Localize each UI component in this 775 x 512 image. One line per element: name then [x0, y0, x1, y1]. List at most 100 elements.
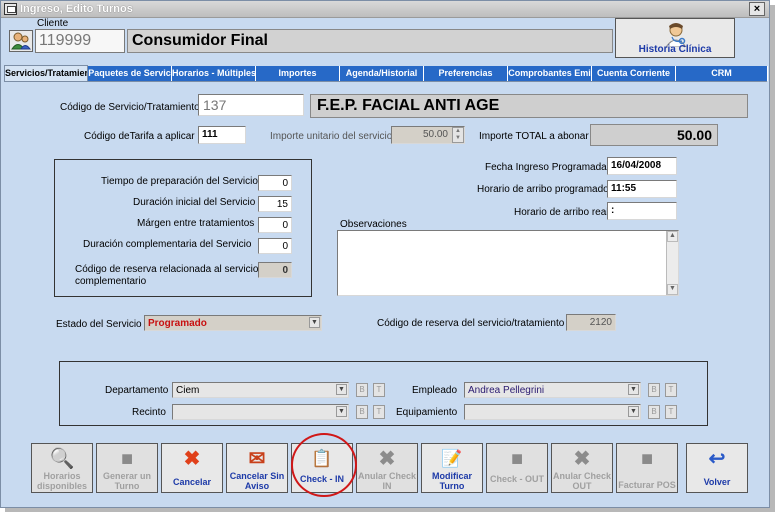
reserva-rel-field: 0 [258, 262, 292, 278]
highlight-annotation [291, 433, 357, 497]
close-button[interactable]: × [749, 2, 765, 16]
tab-preferencias[interactable]: Preferencias [424, 66, 508, 81]
square-icon: ■ [120, 448, 134, 470]
fecha-field[interactable]: 16/04/2008 [607, 157, 677, 175]
tab-horarios[interactable]: Horarios - Múltiples [172, 66, 256, 81]
horario-prog-label: Horario de arribo programado [477, 184, 609, 195]
horario-real-field[interactable]: : [607, 202, 677, 220]
empleado-label: Empleado [412, 385, 458, 396]
empleado-b-button[interactable]: B [648, 383, 660, 397]
generar-turno-button[interactable]: ■ Generar un Turno [96, 443, 158, 493]
cancelar-button[interactable]: ✖ Cancelar [161, 443, 223, 493]
button-label: Check - OUT [489, 474, 544, 484]
scroll-down-icon[interactable]: ▼ [667, 284, 678, 295]
square-icon: ■ [640, 448, 654, 470]
importe-total-label: Importe TOTAL a abonar [479, 131, 589, 142]
equipamiento-label: Equipamiento [396, 407, 458, 418]
tab-importes[interactable]: Importes [256, 66, 340, 81]
spinner-icon[interactable]: ▲ ▼ [452, 127, 464, 143]
chevron-down-icon[interactable]: ▼ [628, 384, 639, 395]
tab-crm[interactable]: CRM [676, 66, 768, 81]
horario-prog-field[interactable]: 11:55 [607, 180, 677, 198]
departamento-t-button[interactable]: T [373, 383, 385, 397]
codigo-servicio-field[interactable]: 137 [198, 94, 304, 116]
client-search-icon[interactable] [9, 30, 33, 52]
empleado-t-button[interactable]: T [665, 383, 677, 397]
importe-total-field: 50.00 [590, 124, 718, 146]
recinto-t-button[interactable]: T [373, 405, 385, 419]
main-window: Ingreso, Edito Turnos × Cliente 119999 C… [0, 0, 770, 508]
back-arrow-icon: ↩ [708, 448, 726, 470]
reserva-rel-label: Código de reserva relacionada al servici… [75, 264, 259, 275]
button-label: Anular Check IN [357, 471, 417, 491]
margen-field[interactable]: 0 [258, 217, 292, 233]
check-out-button[interactable]: ■ Check - OUT [486, 443, 548, 493]
bottom-toolbar: 🔍 Horarios disponibles ■ Generar un Turn… [31, 443, 749, 495]
tab-comprobantes[interactable]: Comprobantes Emi [508, 66, 592, 81]
button-label: Facturar POS [618, 480, 676, 490]
facturar-pos-button[interactable]: ■ Facturar POS [616, 443, 678, 493]
tiempos-groupbox: Tiempo de preparación del Servicio 0 Dur… [54, 159, 312, 297]
tab-servicios[interactable]: Servicios/Tratamier [4, 65, 88, 81]
x-envelope-icon: ✉ [248, 448, 266, 470]
equipamiento-b-button[interactable]: B [648, 405, 660, 419]
observaciones-textarea[interactable] [337, 230, 679, 296]
departamento-b-button[interactable]: B [356, 383, 368, 397]
observaciones-scrollbar[interactable]: ▲ ▼ [666, 231, 678, 295]
departamento-label: Departamento [105, 385, 169, 396]
fecha-label: Fecha Ingreso Programada [485, 162, 607, 173]
reserva-label: Código de reserva del servicio/tratamien… [377, 318, 565, 329]
estado-label: Estado del Servicio [56, 319, 142, 330]
window-shadow [5, 508, 775, 512]
magnifier-icon: 🔍 [49, 448, 75, 470]
recinto-b-button[interactable]: B [356, 405, 368, 419]
x-icon: ✖ [378, 448, 396, 470]
button-label: Cancelar Sin Aviso [229, 471, 285, 491]
chevron-down-icon[interactable]: ▼ [336, 406, 347, 417]
button-label: Horarios disponibles [36, 471, 87, 491]
duracion-comp-field[interactable]: 0 [258, 238, 292, 254]
cancelar-sin-aviso-button[interactable]: ✉ Cancelar Sin Aviso [226, 443, 288, 493]
recinto-select[interactable]: ▼ [172, 404, 349, 420]
empleado-select[interactable]: Andrea Pellegrini ▼ [464, 382, 641, 398]
historia-clinica-button[interactable]: Historia Clínica [615, 18, 735, 58]
tarifa-field[interactable]: 111 [198, 126, 246, 144]
chevron-down-icon[interactable]: ▼ [628, 406, 639, 417]
tab-content: Código de Servicio/Tratamiento 137 F.E.P… [4, 81, 767, 441]
estado-select[interactable]: Programado ▼ [144, 315, 322, 331]
horarios-disponibles-button[interactable]: 🔍 Horarios disponibles [31, 443, 93, 493]
reserva-rel-label-2: complementario [75, 276, 147, 287]
title-bar: Ingreso, Edito Turnos × [1, 1, 769, 18]
button-label: Anular Check OUT [552, 471, 612, 491]
equipamiento-select[interactable]: ▼ [464, 404, 641, 420]
chevron-down-icon[interactable]: ▼ [336, 384, 347, 395]
duracion-field[interactable]: 15 [258, 196, 292, 212]
tab-paquetes[interactable]: Paquetes de Servic [88, 66, 172, 81]
scroll-up-icon[interactable]: ▲ [667, 231, 678, 242]
empleado-value: Andrea Pellegrini [468, 385, 545, 396]
chevron-down-icon[interactable]: ▼ [309, 317, 320, 328]
preparacion-label: Tiempo de preparación del Servicio [101, 176, 258, 187]
button-label: Modificar Turno [431, 471, 472, 491]
preparacion-field[interactable]: 0 [258, 175, 292, 191]
tarifa-label: Código deTarifa a aplicar [84, 131, 195, 142]
equipamiento-t-button[interactable]: T [665, 405, 677, 419]
window-shadow [770, 5, 775, 512]
volver-button[interactable]: ↩ Volver [686, 443, 748, 493]
tab-cuenta-corriente[interactable]: Cuenta Corriente [592, 66, 676, 81]
client-name-field: Consumidor Final [127, 29, 613, 53]
asignacion-groupbox: Departamento Ciem ▼ B T Recinto ▼ B T Em… [59, 361, 708, 426]
tab-bar: Servicios/Tratamier Paquetes de Servic H… [4, 65, 768, 81]
historia-clinica-label: Historia Clínica [638, 44, 712, 55]
codigo-servicio-label: Código de Servicio/Tratamiento [60, 102, 200, 113]
margen-label: Márgen entre tratamientos [137, 218, 255, 229]
importe-unitario-label: Importe unitario del servicio [270, 131, 393, 142]
departamento-select[interactable]: Ciem ▼ [172, 382, 349, 398]
anular-check-in-button[interactable]: ✖ Anular Check IN [356, 443, 418, 493]
modificar-turno-button[interactable]: 📝 Modificar Turno [421, 443, 483, 493]
client-code-field[interactable]: 119999 [35, 29, 125, 53]
observaciones-label: Observaciones [340, 219, 407, 230]
tab-agenda[interactable]: Agenda/Historial [340, 66, 424, 81]
anular-check-out-button[interactable]: ✖ Anular Check OUT [551, 443, 613, 493]
estado-value: Programado [148, 318, 207, 329]
